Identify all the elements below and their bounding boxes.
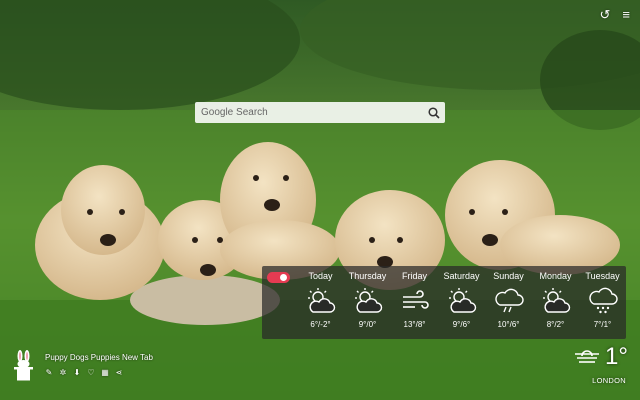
gallery-icon[interactable]: ▦ <box>101 368 109 378</box>
background-image <box>0 0 640 400</box>
weather-toggle[interactable] <box>267 272 290 283</box>
search-bar <box>195 102 445 123</box>
day-temperature: 10°/6° <box>497 320 520 329</box>
forecast-day: Today 6°/-2° <box>297 271 344 330</box>
app-title: Puppy Dogs Puppies New Tab <box>45 353 153 362</box>
day-name: Saturday <box>443 271 480 281</box>
search-icon[interactable] <box>423 102 445 123</box>
forecast-day: Tuesday 7°/1° <box>579 271 626 330</box>
forecast-day: Sunday 10°/6° <box>485 271 532 330</box>
forecast-day: Friday 13°/8° <box>391 271 438 330</box>
day-temperature: 13°/8° <box>403 320 426 329</box>
menu-icon[interactable]: ≡ <box>622 8 630 21</box>
edit-icon[interactable]: ✎ <box>45 368 53 378</box>
wind-icon <box>391 284 438 318</box>
day-name: Today <box>308 271 333 281</box>
history-icon[interactable]: ↺ <box>600 8 611 21</box>
forecast-day: Saturday 9°/6° <box>438 271 485 330</box>
day-name: Monday <box>539 271 572 281</box>
rain-icon <box>485 284 532 318</box>
weather-forecast-panel: Today 6°/-2° Thursday 9°/0° Friday 13°/8° Satu… <box>262 266 626 339</box>
partly-sunny-icon <box>438 284 485 318</box>
day-temperature: 8°/2° <box>546 320 565 329</box>
search-input[interactable] <box>195 102 423 123</box>
partly-sunny-icon <box>532 284 579 318</box>
city-name: LONDON <box>592 376 626 385</box>
day-name: Sunday <box>493 271 524 281</box>
top-toolbar: ↺ ≡ <box>600 8 631 21</box>
day-temperature: 7°/1° <box>593 320 612 329</box>
day-name: Thursday <box>348 271 387 281</box>
partly-sunny-icon <box>297 284 344 318</box>
day-temperature: 9°/0° <box>358 320 377 329</box>
day-name: Friday <box>401 271 427 281</box>
fog-icon <box>573 345 601 370</box>
day-temperature: 6°/-2° <box>310 320 331 329</box>
settings-icon[interactable]: ✲ <box>59 368 67 378</box>
snow-icon <box>579 284 626 318</box>
heart-icon[interactable]: ♡ <box>87 368 95 378</box>
share-icon[interactable]: ⋖ <box>115 368 123 378</box>
forecast-day: Thursday 9°/0° <box>344 271 391 330</box>
magic-hat-logo-icon[interactable] <box>12 350 36 382</box>
day-name: Tuesday <box>585 271 620 281</box>
current-temperature: 1° <box>605 343 628 370</box>
current-weather: 1° LONDON <box>573 343 628 385</box>
toolbar: ✎ ✲ ⬇ ♡ ▦ ⋖ <box>45 368 123 378</box>
partly-sunny-icon <box>344 284 391 318</box>
forecast-day: Monday 8°/2° <box>532 271 579 330</box>
day-temperature: 9°/6° <box>452 320 471 329</box>
download-icon[interactable]: ⬇ <box>73 368 81 378</box>
